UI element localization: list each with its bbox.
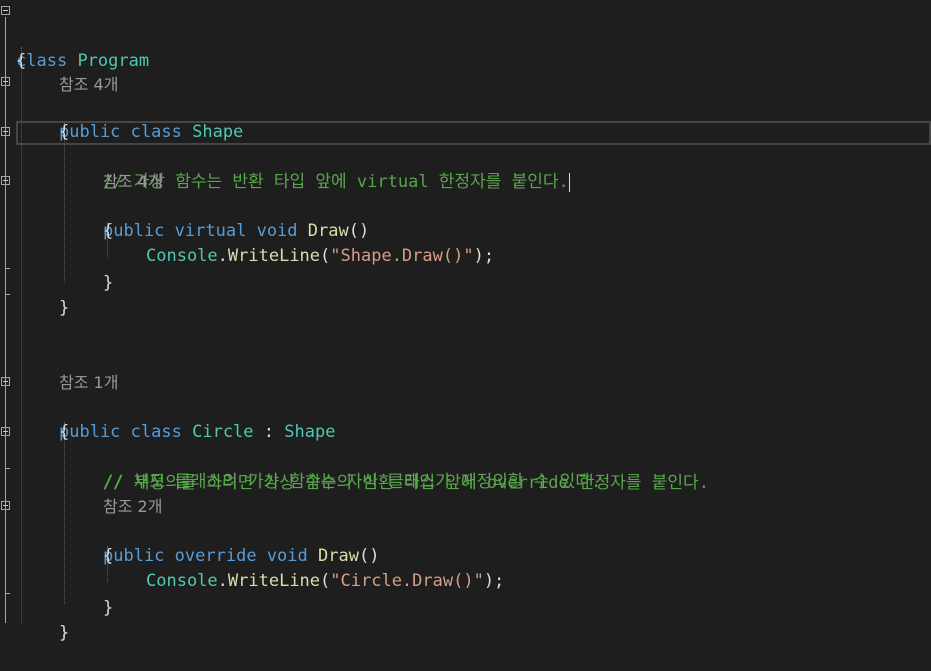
string-literal: "Shape.Draw()" [330,246,474,266]
collapse-icon[interactable] [1,427,10,436]
keyword: class [130,122,182,142]
dot: . [217,571,228,591]
class-name: Circle [192,422,254,442]
keyword: void [266,546,308,566]
parens: () [358,546,380,566]
code-line[interactable]: { [0,194,113,241]
code-line[interactable]: { [0,24,41,71]
code-line[interactable]: // 재정의를 하려면 가상 함수의 반환 타입 앞에 override 한정자… [0,446,709,493]
paren-close: ); [473,246,495,266]
code-line[interactable]: { [0,395,69,442]
code-line[interactable]: // 부모 클래스의 가상 함수는 자식 클래스가 재정의할 수 있다. [0,420,601,492]
collapse-icon[interactable] [1,377,10,386]
code-line[interactable]: public override void Draw() [0,494,379,566]
method-name: WriteLine [227,571,321,591]
code-line[interactable]: { [0,95,69,142]
references-code-lens[interactable]: 참조 2개 [103,494,162,519]
parens: () [348,221,370,241]
code-line[interactable]: Console.WriteLine("Shape.Draw()"); [0,219,494,266]
references-code-lens[interactable]: 참조 4개 [59,72,118,97]
code-lens-line[interactable]: 참조 4개 [0,144,162,191]
class-name: Shape [192,122,244,142]
references-code-lens[interactable]: 참조 1개 [59,370,118,395]
brace: } [103,273,114,293]
keyword: virtual [174,221,247,241]
code-line[interactable]: public class Shape [0,70,243,142]
brace: { [59,422,70,442]
code-line[interactable]: Console.WriteLine("Circle.Draw()"); [0,544,504,591]
comment: // 재정의를 하려면 가상 함수의 반환 타입 앞에 override 한정자… [103,473,709,493]
brace: } [59,623,70,643]
comment-text: // 가상 함수는 반환 타입 앞에 virtual 한정자를 붙인다. [103,172,569,192]
brace: } [59,298,70,318]
indent-guide-level2-circle [64,422,65,604]
type-name: Console [146,571,218,591]
code-lens-line[interactable]: 참조 2개 [0,469,162,516]
collapse-icon[interactable] [1,77,10,86]
brace: { [59,122,70,142]
paren-open: ( [320,571,331,591]
keyword: class [130,422,182,442]
collapse-icon[interactable] [1,501,10,510]
code-line[interactable]: public virtual void Draw() [0,169,369,241]
text-caret [568,172,570,192]
code-content: Console.WriteLine("Shape.Draw()"); [146,244,494,269]
type-name: Console [146,246,218,266]
code-line[interactable]: public class Circle : Shape [0,370,335,442]
paren-open: ( [320,246,331,266]
keyword: void [256,221,298,241]
code-editor[interactable]: class Program { 참조 4개 public class Shape… [0,0,931,643]
code-line[interactable]: class Program [0,0,149,71]
code-line[interactable]: } [0,571,113,618]
comment: // 가상 함수는 반환 타입 앞에 virtual 한정자를 붙인다. [103,170,570,195]
method-name: Draw [307,221,349,241]
code-content: public override void Draw() [103,544,379,569]
code-line[interactable]: } [0,596,69,643]
code-content: Console.WriteLine("Circle.Draw()"); [146,569,504,594]
indent-guide-level2-shape [64,122,65,282]
references-code-lens[interactable]: 참조 4개 [103,169,162,194]
method-name: WriteLine [227,246,321,266]
brace: } [103,598,114,618]
collapse-icon[interactable] [1,6,10,15]
keyword: override [174,546,257,566]
paren-close: ); [483,571,505,591]
brace: { [103,221,114,241]
code-lens-line[interactable]: 참조 4개 [0,47,118,94]
collapse-icon[interactable] [1,176,10,185]
string-literal: "Circle.Draw()" [330,571,484,591]
code-line[interactable]: } [0,246,113,293]
brace: { [103,546,114,566]
dot: . [217,246,228,266]
method-name: Draw [318,546,359,566]
code-line[interactable]: } [0,271,69,318]
colon: : [263,422,275,442]
code-lens-line[interactable]: 참조 1개 [0,345,118,392]
class-name: Program [77,51,150,71]
code-content: public class Shape [59,120,243,145]
base-class-name: Shape [284,422,336,442]
code-content: public virtual void Draw() [103,219,369,244]
code-line[interactable]: { [0,519,113,566]
code-content: public class Circle : Shape [59,420,335,445]
code-line[interactable]: // 가상 함수는 반환 타입 앞에 virtual 한정자를 붙인다. [0,120,570,192]
collapse-icon[interactable] [1,127,10,136]
